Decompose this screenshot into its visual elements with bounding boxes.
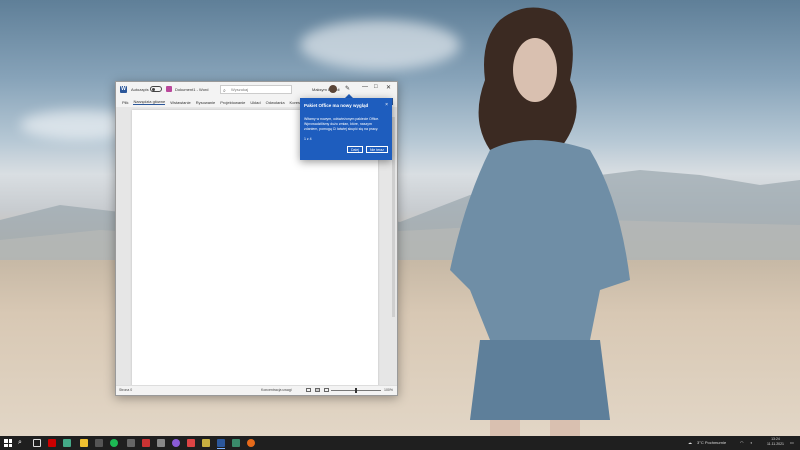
wifi-icon[interactable]: ◠ [740,440,744,445]
close-icon[interactable]: × [385,102,388,108]
task-view-icon[interactable] [33,439,41,447]
avatar[interactable] [329,85,337,93]
page-count[interactable]: Strona 0 [119,388,132,392]
spotify-icon[interactable] [110,439,118,447]
save-icon[interactable] [166,86,172,92]
app-icon[interactable] [142,439,150,447]
tab-insert[interactable]: Wstawianie [170,100,190,105]
not-now-button[interactable]: Nie teraz [366,146,389,153]
clock-date: 11.11.2021 [767,442,784,446]
office-new-look-popup: Pakiet Office ma nowy wygląd × Witamy w … [300,98,392,160]
print-layout-icon[interactable] [315,388,320,392]
app-icon[interactable] [95,439,103,447]
wallpaper-woman-figure [450,7,630,436]
app-icon[interactable] [48,439,56,447]
search-icon[interactable]: ⌕ [18,439,26,447]
app-icon[interactable] [187,439,195,447]
clock[interactable]: 13:24 11.11.2021 [767,437,784,447]
web-layout-icon[interactable] [324,388,329,392]
app-icon[interactable] [202,439,210,447]
cloud-icon[interactable]: ☁ [688,440,692,445]
popup-step: 1 z 4 [304,137,312,141]
app-icon[interactable] [232,439,240,447]
autosave-label: Autozapis [131,87,149,92]
vertical-scrollbar[interactable] [392,117,395,317]
focus-mode[interactable]: Koncentracja uwagi [261,388,292,392]
read-mode-icon[interactable] [306,388,311,392]
zoom-level[interactable]: 100% [384,388,393,392]
notification-icon[interactable]: ▭ [790,440,794,445]
app-icon[interactable] [172,439,180,447]
search-icon: ⌕ [223,88,226,94]
search-input[interactable]: ⌕ Wyszukaj [220,85,292,94]
firefox-icon[interactable] [247,439,255,447]
popup-title: Pakiet Office ma nowy wygląd [304,103,369,108]
autosave-toggle[interactable] [150,86,162,92]
tab-design[interactable]: Projektowanie [220,100,245,105]
next-button[interactable]: Dalej [347,146,363,153]
tab-file[interactable]: Plik [122,100,128,105]
tab-layout[interactable]: Układ [250,100,260,105]
tab-home[interactable]: Narzędzia główne [133,99,166,105]
weather-text[interactable]: 3°C Pochmurnie [697,440,726,445]
status-bar: Strona 0 Koncentracja uwagi 100% [116,385,397,395]
pen-icon[interactable]: ✎ [345,85,350,92]
minimize-icon[interactable]: — [362,84,368,90]
app-icon[interactable] [127,439,135,447]
word-logo-icon: W [120,86,127,93]
volume-icon[interactable]: ◖ [750,440,752,445]
app-icon[interactable] [157,439,165,447]
maximize-icon[interactable]: □ [374,84,378,90]
file-explorer-icon[interactable] [80,439,88,447]
popup-body: Witamy w nowym, odświeżonym pakiecie Off… [304,117,380,131]
zoom-slider-handle[interactable] [355,388,357,393]
tab-references[interactable]: Odwołania [266,100,285,105]
tab-draw[interactable]: Rysowanie [196,100,216,105]
active-indicator [217,448,225,449]
taskbar: ⌕ ☁ 3°C Pochmurnie ◠ ◖ 13:24 11.11.2021 … [0,436,800,450]
title-bar: W Autozapis Dokument1 - Word ⌕ Wyszukaj … [116,82,397,97]
close-icon[interactable]: ✕ [386,84,391,91]
start-button[interactable] [4,439,12,447]
document-title: Dokument1 - Word [175,87,209,92]
search-placeholder: Wyszukaj [231,87,249,92]
word-taskbar-icon[interactable] [217,439,225,447]
app-icon[interactable] [63,439,71,447]
